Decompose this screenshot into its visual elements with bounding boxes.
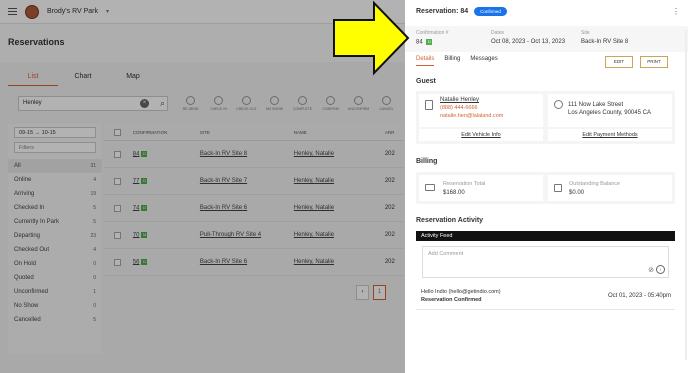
edit-payment-link[interactable]: Edit Payment Methods — [548, 132, 672, 138]
tab-details[interactable]: Details — [416, 56, 435, 66]
guest-phone[interactable]: (888) 444-6666 — [440, 105, 503, 111]
activity-timestamp: Oct 01, 2023 - 05:40pm — [607, 293, 671, 299]
guest-contact-card: Natalie Henley (888) 444-6666 natalie.he… — [419, 94, 543, 127]
balance-icon — [554, 184, 562, 192]
reservation-total-card: Reservation Total $168.00 — [419, 175, 543, 201]
guest-section-title: Guest — [416, 78, 436, 85]
send-icon[interactable]: › — [656, 265, 665, 274]
address-line-1: 111 Now Lake Street — [568, 102, 624, 108]
drawer-title: Reservation: 84 — [416, 7, 469, 15]
contact-card-icon — [425, 100, 433, 110]
activity-section-title: Reservation Activity — [416, 217, 484, 224]
billing-section-title: Billing — [416, 158, 438, 165]
address-line-2: Los Angeles County, 90045 CA — [568, 110, 651, 116]
drawer-scrollbar[interactable] — [685, 30, 687, 360]
site-type-badge: D — [426, 39, 433, 45]
edit-vehicle-link[interactable]: Edit Vehicle Info — [419, 132, 543, 138]
edit-payment-card: Edit Payment Methods — [548, 129, 672, 141]
edit-vehicle-card: Edit Vehicle Info — [419, 129, 543, 141]
activity-description: Reservation Confirmed — [421, 297, 482, 303]
guest-address-card: 111 Now Lake Street Los Angeles County, … — [548, 94, 672, 127]
activity-author: Hello Indio (hello@getindio.com) — [421, 289, 501, 295]
tab-billing[interactable]: Billing — [444, 56, 460, 66]
attach-icon[interactable]: ⊘ — [648, 266, 654, 274]
tab-messages[interactable]: Messages — [470, 56, 497, 66]
reservation-total: $168.00 — [443, 190, 465, 196]
activity-feed-header: Activity Feed — [416, 231, 675, 241]
outstanding-balance-card: Outstanding Balance $0.00 — [548, 175, 672, 201]
guest-name-link[interactable]: Natalie Henley — [440, 97, 503, 103]
status-badge: Confirmed — [474, 6, 507, 16]
more-options-icon[interactable]: ⋮ — [672, 7, 680, 16]
annotation-arrow-icon — [333, 0, 410, 76]
site-summary: Site Back-In RV Site 8 — [581, 30, 629, 45]
print-button[interactable]: PRINT — [640, 56, 668, 68]
reservation-drawer: Reservation: 84 Confirmed ⋮ Confirmation… — [405, 0, 688, 373]
comment-input[interactable]: Add Comment ⊘ › — [422, 246, 669, 278]
location-pin-icon — [554, 100, 563, 109]
comment-placeholder: Add Comment — [428, 251, 464, 257]
guest-panel: Natalie Henley (888) 444-6666 natalie.he… — [416, 91, 675, 144]
confirmation-summary: Confirmation # 84 D — [416, 30, 449, 46]
billing-panel: Reservation Total $168.00 Outstanding Ba… — [416, 172, 675, 204]
drawer-header: Reservation: 84 Confirmed ⋮ — [405, 0, 688, 22]
dates-summary: Dates Oct 08, 2023 - Oct 13, 2023 — [491, 30, 566, 45]
guest-email[interactable]: natalie.hen@lalaland.com — [440, 113, 503, 119]
edit-button[interactable]: EDIT — [605, 56, 633, 68]
outstanding-balance: $0.00 — [569, 190, 585, 196]
drawer-tabs: Details Billing Messages — [416, 56, 498, 66]
receipt-icon — [425, 184, 435, 191]
reservation-summary: Confirmation # 84 D Dates Oct 08, 2023 -… — [405, 26, 688, 52]
activity-entry: Hello Indio (hello@getindio.com) Reserva… — [416, 284, 675, 310]
